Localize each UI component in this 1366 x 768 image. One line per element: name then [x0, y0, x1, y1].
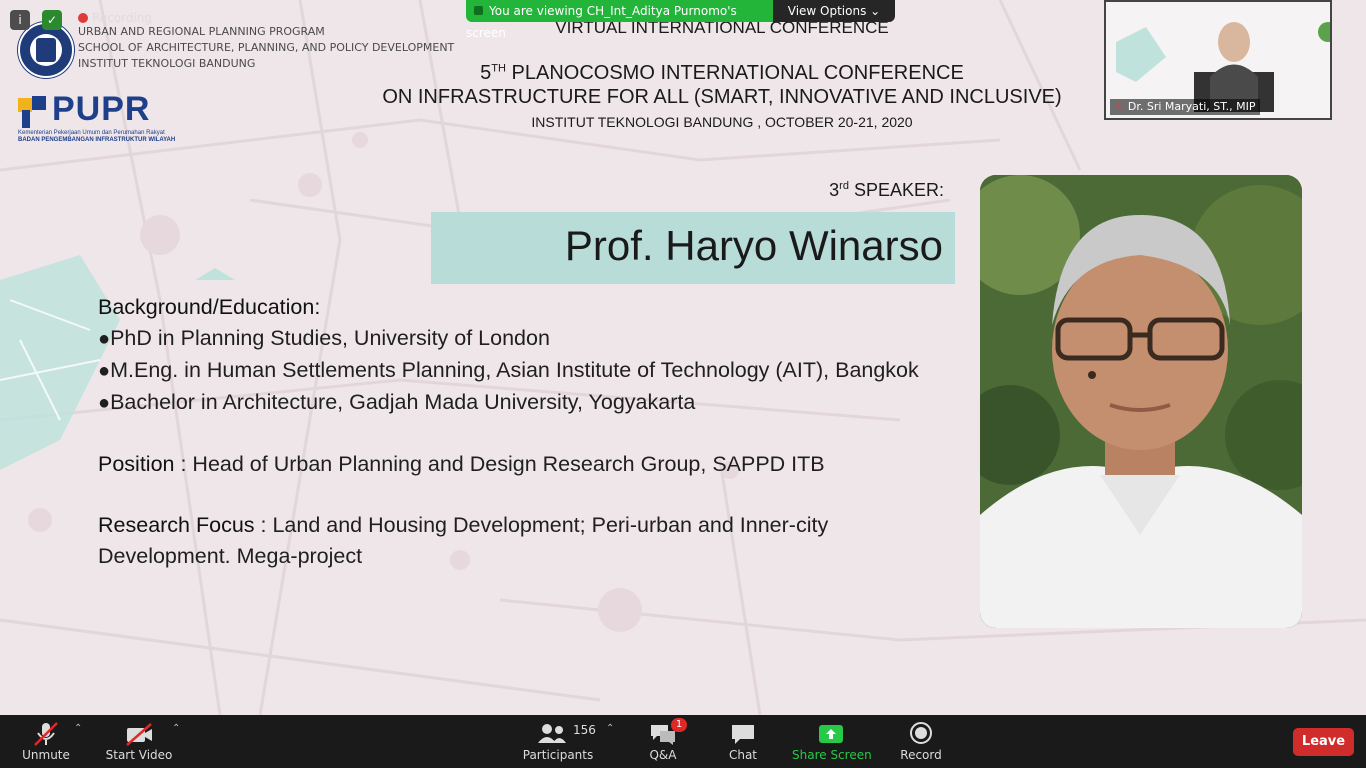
- screen-share-banner: You are viewing CH_Int_Aditya Purnomo's …: [466, 0, 895, 40]
- qa-label: Q&A: [649, 748, 677, 762]
- leave-button[interactable]: Leave: [1293, 728, 1354, 756]
- record-button[interactable]: Record: [894, 715, 948, 768]
- record-label: Record: [900, 748, 942, 762]
- program-line-2: SCHOOL OF ARCHITECTURE, PLANNING, AND PO…: [78, 41, 455, 54]
- view-options-label: View Options: [787, 4, 867, 18]
- speaker-portrait-image: [980, 175, 1302, 628]
- education-item-text: Bachelor in Architecture, Gadjah Mada Un…: [110, 390, 696, 414]
- muted-mic-icon: ⚠: [1114, 100, 1124, 113]
- speaker-rank-number: 3: [829, 180, 840, 200]
- thumbnail-participant-name: ⚠ Dr. Sri Maryati, ST., MIP: [1110, 99, 1260, 115]
- share-screen-icon: [819, 725, 843, 743]
- speaker-rank-ordinal: rd: [839, 180, 849, 192]
- participants-icon: [538, 724, 566, 743]
- share-screen-label: Share Screen: [792, 748, 872, 762]
- video-options-caret-icon[interactable]: ⌃: [172, 723, 180, 734]
- position-label: Position: [98, 452, 175, 476]
- record-icon: [910, 722, 932, 744]
- speaker-bio: Background/Education: PhD in Planning St…: [98, 292, 938, 572]
- speaker-photo: [980, 175, 1302, 628]
- speaker-name-box: Prof. Haryo Winarso: [431, 212, 955, 284]
- participants-label: Participants: [522, 748, 594, 762]
- shared-screen-slide: URBAN AND REGIONAL PLANNING PROGRAM SCHO…: [0, 0, 1366, 715]
- education-item-text: M.Eng. in Human Settlements Planning, As…: [110, 358, 919, 382]
- position-line: Position : Head of Urban Planning and De…: [98, 449, 938, 480]
- record-dot-icon: [78, 13, 88, 23]
- start-video-button[interactable]: Start Video: [104, 715, 174, 768]
- chat-button[interactable]: Chat: [716, 715, 770, 768]
- speaker-rank-text: SPEAKER:: [848, 180, 944, 200]
- share-screen-button[interactable]: Share Screen: [792, 715, 872, 768]
- muted-microphone-icon: [34, 722, 58, 746]
- meeting-info-icon[interactable]: i: [10, 10, 30, 30]
- chevron-down-icon: ⌄: [870, 4, 881, 18]
- position-value: : Head of Urban Planning and Design Rese…: [174, 452, 825, 476]
- recording-indicator: Recording: [78, 11, 152, 25]
- education-item-text: PhD in Planning Studies, University of L…: [110, 326, 550, 350]
- recording-label: Recording: [92, 11, 153, 25]
- participants-caret-icon[interactable]: ⌃: [606, 723, 614, 734]
- research-label: Research Focus: [98, 513, 255, 537]
- chat-label: Chat: [728, 748, 758, 762]
- participants-count: 156: [573, 723, 596, 737]
- qa-badge: 1: [671, 718, 687, 732]
- research-line: Research Focus : Land and Housing Develo…: [98, 510, 938, 572]
- education-item: PhD in Planning Studies, University of L…: [98, 323, 938, 355]
- video-thumbnail[interactable]: ⚠ Dr. Sri Maryati, ST., MIP: [1104, 0, 1332, 120]
- qa-button[interactable]: 1 Q&A: [636, 715, 690, 768]
- meeting-toolbar: Unmute ⌃ Start Video ⌃ 156 Participants …: [0, 715, 1366, 768]
- thumbnail-name-text: Dr. Sri Maryati, ST., MIP: [1127, 100, 1256, 113]
- conference-title-number: 5: [480, 62, 492, 84]
- pupr-subtitle-1: Kementerian Pekerjaan Umum dan Perumahan…: [18, 130, 165, 136]
- share-status-icon: [474, 6, 483, 15]
- unmute-label: Unmute: [22, 748, 70, 762]
- security-shield-icon[interactable]: ✓: [42, 10, 62, 30]
- video-off-icon: [126, 723, 152, 746]
- conference-title-ordinal: TH: [491, 62, 506, 75]
- education-heading: Background/Education:: [98, 295, 321, 319]
- unmute-button[interactable]: Unmute: [10, 715, 82, 768]
- speaker-rank: 3rd SPEAKER:: [829, 180, 944, 201]
- education-item: M.Eng. in Human Settlements Planning, As…: [98, 355, 938, 387]
- view-options-button[interactable]: View Options ⌄: [773, 0, 895, 22]
- viewing-notice: You are viewing CH_Int_Aditya Purnomo's …: [466, 0, 773, 40]
- education-item: Bachelor in Architecture, Gadjah Mada Un…: [98, 387, 938, 419]
- start-video-label: Start Video: [105, 748, 173, 762]
- chat-icon: [732, 725, 754, 744]
- pupr-subtitle-2: BADAN PENGEMBANGAN INFRASTRUKTUR WILAYAH: [18, 137, 176, 143]
- conference-title-text: PLANOCOSMO INTERNATIONAL CONFERENCE: [505, 62, 964, 84]
- audio-options-caret-icon[interactable]: ⌃: [74, 723, 82, 734]
- participants-button[interactable]: 156 Participants: [522, 715, 596, 768]
- speaker-name: Prof. Haryo Winarso: [564, 222, 943, 269]
